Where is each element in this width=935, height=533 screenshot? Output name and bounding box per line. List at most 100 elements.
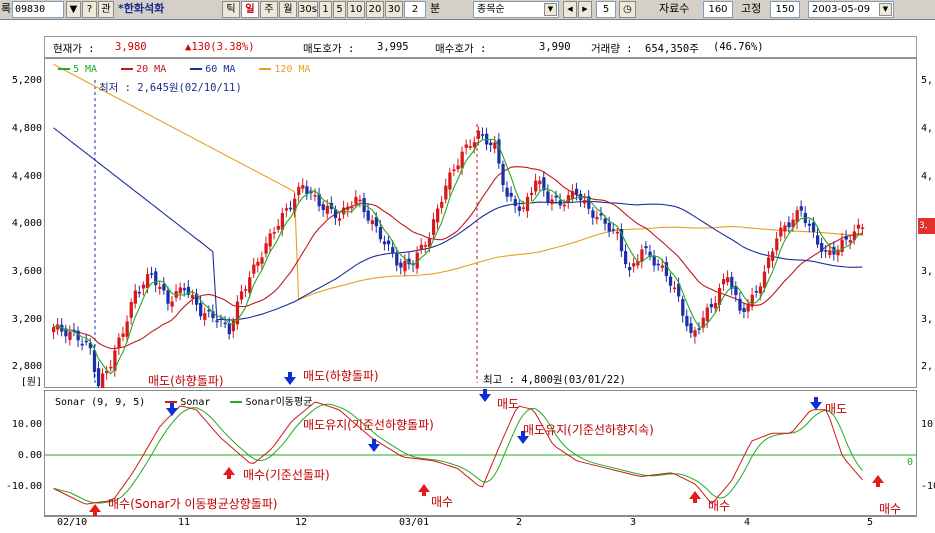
candle-body bbox=[244, 289, 248, 291]
candle-body bbox=[476, 130, 481, 139]
low-note: 최저 : 2,645원(02/10/11) bbox=[99, 82, 242, 94]
price-chart[interactable] bbox=[44, 58, 917, 388]
candle-body bbox=[403, 260, 407, 272]
candle-body bbox=[52, 327, 56, 333]
candle-body bbox=[513, 199, 517, 206]
period-day-button[interactable]: 일 bbox=[241, 1, 259, 18]
candle-body bbox=[162, 283, 166, 291]
candle-body bbox=[828, 250, 832, 255]
candle-body bbox=[754, 291, 758, 293]
candle-body bbox=[203, 313, 207, 320]
candle-body bbox=[697, 328, 701, 330]
candle-body bbox=[268, 233, 272, 247]
ma20-line bbox=[53, 166, 863, 350]
candle-body bbox=[583, 200, 587, 204]
date-tick: 12 bbox=[295, 517, 308, 528]
ma-legend: 5 MA 20 MA 60 MA 120 MA bbox=[58, 64, 311, 75]
candle-body bbox=[288, 207, 293, 210]
candle-body bbox=[534, 180, 538, 192]
annot-hold2: 매도유지(기준선하향지속) bbox=[523, 423, 654, 437]
period-week-button[interactable]: 주 bbox=[260, 1, 278, 18]
price-value: 3,980 bbox=[115, 41, 147, 53]
candle-body bbox=[223, 322, 227, 325]
bid-value: 3,990 bbox=[539, 41, 571, 53]
sell-arrow-icon bbox=[284, 372, 296, 385]
current-price-tag: 3, bbox=[918, 218, 935, 234]
candle-body bbox=[489, 142, 493, 146]
candle-body bbox=[297, 186, 301, 195]
candle-body bbox=[199, 302, 203, 317]
candle-body bbox=[431, 219, 436, 235]
fixed-input[interactable]: 150 bbox=[770, 1, 800, 18]
candle-body bbox=[121, 333, 125, 337]
candle-body bbox=[546, 191, 550, 203]
period-month-button[interactable]: 월 bbox=[279, 1, 297, 18]
candle-body bbox=[713, 303, 718, 309]
candle-body bbox=[378, 227, 383, 240]
count-input[interactable]: 160 bbox=[703, 1, 733, 18]
period-30min-button[interactable]: 30 bbox=[385, 1, 403, 18]
legend-ma60: 60 MA bbox=[190, 64, 235, 75]
sort-select[interactable]: 종목순 ▼ bbox=[473, 1, 559, 18]
candle-body bbox=[154, 271, 158, 286]
step-input[interactable]: 5 bbox=[596, 1, 616, 18]
period-30s-button[interactable]: 30s bbox=[298, 1, 318, 18]
candle-body bbox=[166, 290, 170, 304]
date-select[interactable]: 2003-05-09 ▼ bbox=[808, 1, 894, 18]
candle-body bbox=[742, 308, 746, 313]
related-button[interactable]: 관 bbox=[98, 1, 114, 18]
help-button[interactable]: ? bbox=[82, 1, 97, 18]
sonar-tick-right: 10 bbox=[921, 419, 934, 430]
candle-body bbox=[440, 201, 444, 208]
annot-buy1: 매수(Sonar가 이동평균상향돌파) bbox=[108, 497, 278, 511]
period-10min-button[interactable]: 10 bbox=[347, 1, 365, 18]
period-tick-button[interactable]: 틱 bbox=[222, 1, 240, 18]
candle-body bbox=[419, 244, 423, 250]
candle-body bbox=[787, 222, 791, 228]
candle-body bbox=[395, 253, 399, 266]
candle-body bbox=[799, 206, 803, 211]
candle-body bbox=[141, 284, 146, 289]
candle-body bbox=[681, 299, 685, 316]
candle-body bbox=[354, 197, 358, 204]
candle-body bbox=[738, 298, 742, 311]
period-5min-button[interactable]: 5 bbox=[333, 1, 346, 18]
annot-sell2: 매도(하향돌파) bbox=[303, 369, 379, 383]
candle-body bbox=[145, 274, 150, 288]
count-label: 자료수 bbox=[659, 2, 690, 15]
candle-body bbox=[137, 291, 142, 294]
candle-body bbox=[562, 204, 566, 207]
period-1min-button[interactable]: 1 bbox=[319, 1, 332, 18]
candle-body bbox=[529, 192, 534, 195]
candle-body bbox=[603, 218, 607, 224]
sonar-tick: 10.00 bbox=[11, 419, 42, 430]
code-dropdown-button[interactable]: ▼ bbox=[66, 1, 81, 18]
candle-body bbox=[538, 180, 542, 185]
ma120-line bbox=[53, 63, 863, 301]
sonar-zero-label: 0 bbox=[907, 457, 914, 468]
annot-buy5: 매수 bbox=[879, 502, 902, 516]
candle-body bbox=[820, 242, 824, 252]
buy-arrow-icon bbox=[89, 504, 101, 516]
sell-arrow-icon bbox=[810, 397, 822, 410]
candle-body bbox=[342, 207, 346, 215]
minute-input[interactable]: 2 bbox=[404, 1, 426, 18]
stock-code-input[interactable]: 09830 bbox=[12, 1, 64, 18]
price-tick: 2,800 bbox=[11, 361, 42, 372]
candle-body bbox=[125, 321, 129, 337]
step-right-button[interactable]: ▶ bbox=[578, 1, 592, 18]
candle-body bbox=[284, 208, 289, 211]
candle-body bbox=[722, 279, 726, 285]
candle-body bbox=[689, 323, 693, 333]
period-20min-button[interactable]: 20 bbox=[366, 1, 384, 18]
annot-buy4: 매수 bbox=[708, 499, 731, 513]
sonar-tick-right: -10 bbox=[921, 481, 935, 492]
ma120-path bbox=[53, 63, 863, 301]
chevron-down-icon: ▼ bbox=[544, 3, 557, 16]
clock-icon[interactable]: ◷ bbox=[619, 1, 636, 18]
price-tick-right: 4, bbox=[921, 171, 934, 182]
step-left-button[interactable]: ◀ bbox=[563, 1, 577, 18]
buy-arrow-icon bbox=[689, 491, 701, 503]
candle-body bbox=[497, 139, 501, 164]
candle-body bbox=[693, 330, 697, 337]
